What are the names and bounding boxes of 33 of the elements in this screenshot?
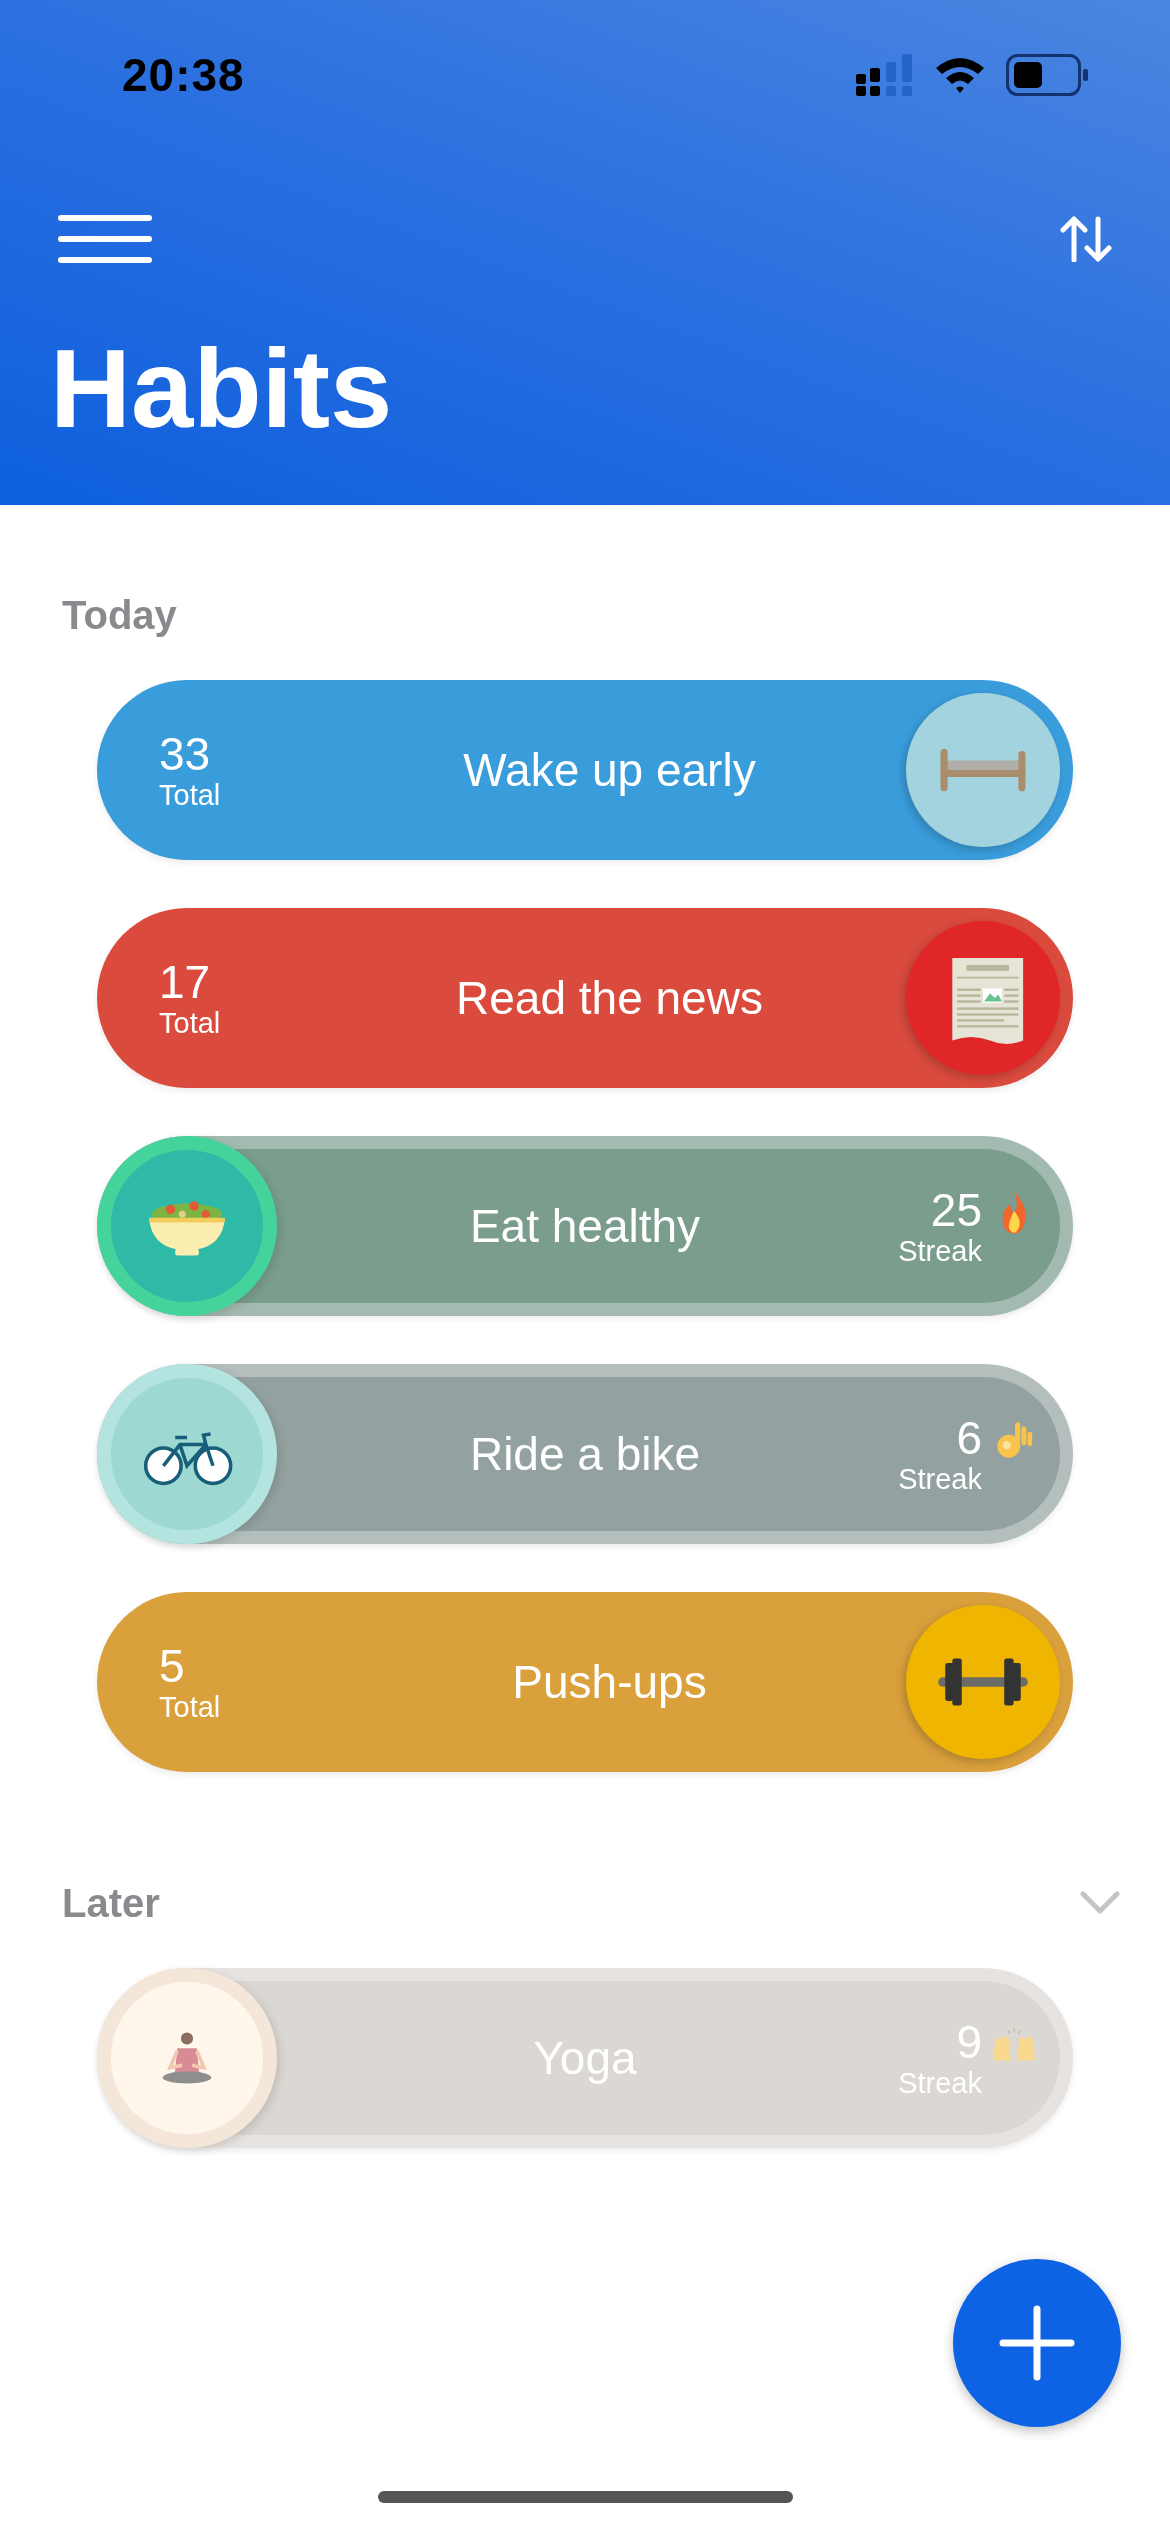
habit-count: 25 [930, 1186, 982, 1233]
count-label: Streak [898, 1464, 982, 1494]
wifi-icon [934, 56, 986, 94]
habit-title: Eat healthy [469, 1199, 701, 1253]
habit-card[interactable]: Ride a bike 6 Streak [97, 1364, 1073, 1544]
sort-button[interactable] [1060, 215, 1112, 265]
count-label: Total [159, 1008, 222, 1038]
habit-card[interactable]: 17 Total Read the news [97, 908, 1073, 1088]
habit-card[interactable]: Eat healthy 25 Streak [97, 1136, 1073, 1316]
signal-icon [856, 54, 914, 96]
check-in-button[interactable] [906, 693, 1060, 847]
section-title: Later [62, 1880, 160, 1926]
habit-title: Ride a bike [469, 1427, 701, 1481]
battery-icon [1006, 54, 1090, 96]
section-title: Today [62, 592, 177, 638]
page-title: Habits [50, 327, 394, 451]
habit-title: Wake up early [463, 743, 756, 797]
habit-count: 33 [159, 730, 212, 777]
check-in-button[interactable] [906, 921, 1060, 1075]
menu-button[interactable] [58, 214, 152, 266]
habit-title: Read the news [456, 971, 763, 1025]
check-in-button[interactable] [906, 1605, 1060, 1759]
habit-title: Push-ups [512, 1655, 707, 1709]
habit-count: 6 [956, 1414, 982, 1461]
count-label: Total [159, 780, 222, 810]
habit-count: 17 [159, 958, 212, 1005]
status-time: 20:38 [122, 48, 246, 102]
plus-icon [999, 2305, 1075, 2381]
habit-count: 5 [159, 1642, 186, 1689]
habit-card[interactable]: 5 Total Push-ups [97, 1592, 1073, 1772]
habit-card[interactable]: 33 Total Wake up early [97, 680, 1073, 860]
count-label: Streak [898, 1236, 982, 1266]
count-label: Total [159, 1692, 222, 1722]
